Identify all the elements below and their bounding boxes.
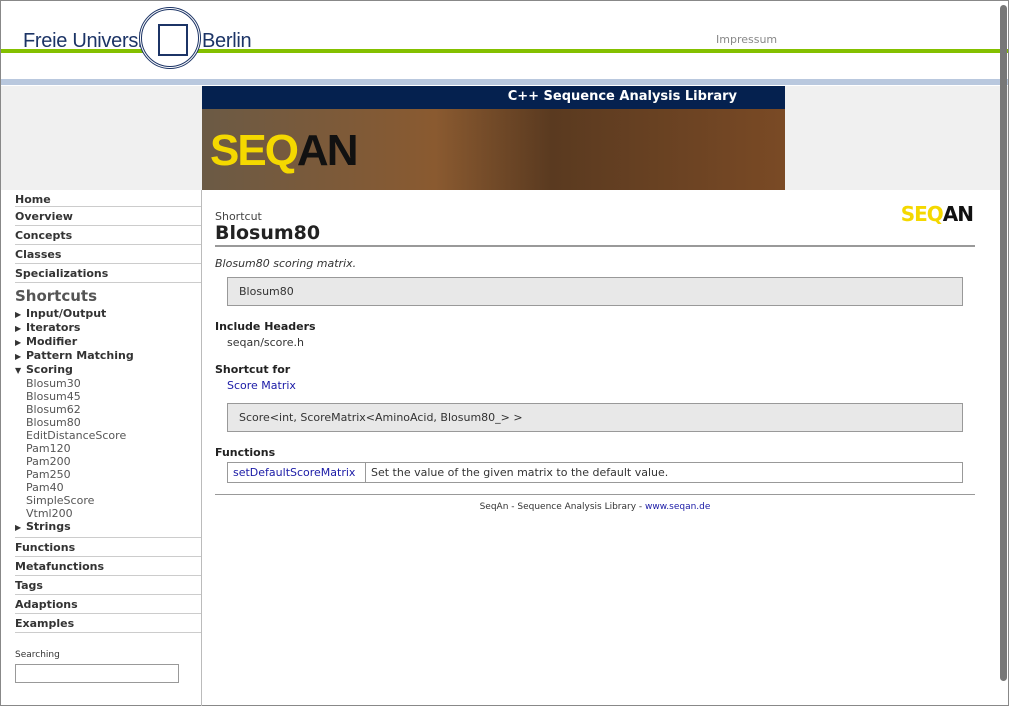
- include-value: seqan/score.h: [227, 336, 304, 349]
- scoring-item-pam120[interactable]: Pam120: [26, 442, 201, 455]
- nav-home[interactable]: Home: [15, 190, 201, 207]
- shortcut-type-box: Score<int, ScoreMatrix<AminoAcid, Blosum…: [227, 403, 963, 432]
- nav-specializations[interactable]: Specializations: [15, 264, 201, 283]
- nav-classes[interactable]: Classes: [15, 245, 201, 264]
- nav-adaptions[interactable]: Adaptions: [15, 595, 201, 614]
- scoring-item-pam250[interactable]: Pam250: [26, 468, 201, 481]
- nav-functions[interactable]: Functions: [15, 538, 201, 557]
- site-header: Freie Universität Berlin Impressum: [1, 1, 1008, 85]
- include-heading: Include Headers: [215, 320, 316, 333]
- scrollbar[interactable]: [1000, 5, 1007, 681]
- triangle-right-icon: ▶: [15, 310, 22, 319]
- nav-examples[interactable]: Examples: [15, 614, 201, 633]
- nav-metafunctions[interactable]: Metafunctions: [15, 557, 201, 576]
- scoring-item-blosum30[interactable]: Blosum30: [26, 377, 201, 390]
- functions-table: setDefaultScoreMatrix Set the value of t…: [227, 462, 963, 483]
- signature-box: Blosum80: [227, 277, 963, 306]
- triangle-right-icon: ▶: [15, 338, 22, 347]
- shortcut-for-heading: Shortcut for: [215, 363, 291, 376]
- seqan-banner: C++ Sequence Analysis Library SEQAN: [202, 86, 785, 190]
- nav-concepts[interactable]: Concepts: [15, 226, 201, 245]
- triangle-down-icon: ▼: [15, 366, 22, 375]
- search-input[interactable]: [15, 664, 179, 683]
- function-link[interactable]: setDefaultScoreMatrix: [233, 466, 355, 479]
- banner-title: C++ Sequence Analysis Library: [202, 86, 785, 109]
- score-matrix-link[interactable]: Score Matrix: [227, 379, 296, 392]
- scoring-item-vtml200[interactable]: Vtml200: [26, 507, 201, 520]
- impressum-link[interactable]: Impressum: [716, 33, 777, 46]
- group-iterators[interactable]: ▶ Iterators: [15, 321, 201, 335]
- table-row: setDefaultScoreMatrix Set the value of t…: [227, 462, 963, 483]
- main-content: Shortcut Blosum80 SEQAN Blosum80 scoring…: [215, 190, 975, 512]
- group-strings[interactable]: ▶ Strings: [15, 520, 201, 534]
- university-seal-logo: [139, 7, 201, 69]
- title-divider: [215, 245, 975, 247]
- group-pattern-matching[interactable]: ▶ Pattern Matching: [15, 349, 201, 363]
- search-label: Searching: [15, 650, 60, 660]
- item-kind: Shortcut: [215, 210, 262, 223]
- blue-divider: [1, 79, 1008, 85]
- seqan-website-link[interactable]: www.seqan.de: [645, 502, 710, 512]
- function-description: Set the value of the given matrix to the…: [365, 462, 963, 483]
- seqan-small-logo: SEQAN: [900, 202, 974, 226]
- scoring-item-pam200[interactable]: Pam200: [26, 455, 201, 468]
- page-title: Blosum80: [215, 222, 321, 244]
- shortcuts-heading: Shortcuts: [15, 287, 98, 305]
- group-input-output[interactable]: ▶ Input/Output: [15, 307, 201, 321]
- footer: SeqAn - Sequence Analysis Library - www.…: [215, 494, 975, 512]
- triangle-right-icon: ▶: [15, 324, 22, 333]
- scoring-item-blosum45[interactable]: Blosum45: [26, 390, 201, 403]
- functions-heading: Functions: [215, 446, 276, 459]
- scoring-item-blosum62[interactable]: Blosum62: [26, 403, 201, 416]
- group-scoring[interactable]: ▼ Scoring: [15, 363, 201, 377]
- triangle-right-icon: ▶: [15, 352, 22, 361]
- scoring-item-pam40[interactable]: Pam40: [26, 481, 201, 494]
- scoring-item-blosum80[interactable]: Blosum80: [26, 416, 201, 429]
- scoring-item-simplescore[interactable]: SimpleScore: [26, 494, 201, 507]
- seqan-logo: SEQAN: [210, 126, 358, 175]
- sidebar: Home Overview Concepts Classes Specializatio…: [1, 190, 202, 706]
- group-modifier[interactable]: ▶ Modifier: [15, 335, 201, 349]
- scoring-item-editdistancescore[interactable]: EditDistanceScore: [26, 429, 201, 442]
- nav-overview[interactable]: Overview: [15, 207, 201, 226]
- nav-tags[interactable]: Tags: [15, 576, 201, 595]
- description: Blosum80 scoring matrix.: [215, 257, 357, 270]
- triangle-right-icon: ▶: [15, 523, 22, 532]
